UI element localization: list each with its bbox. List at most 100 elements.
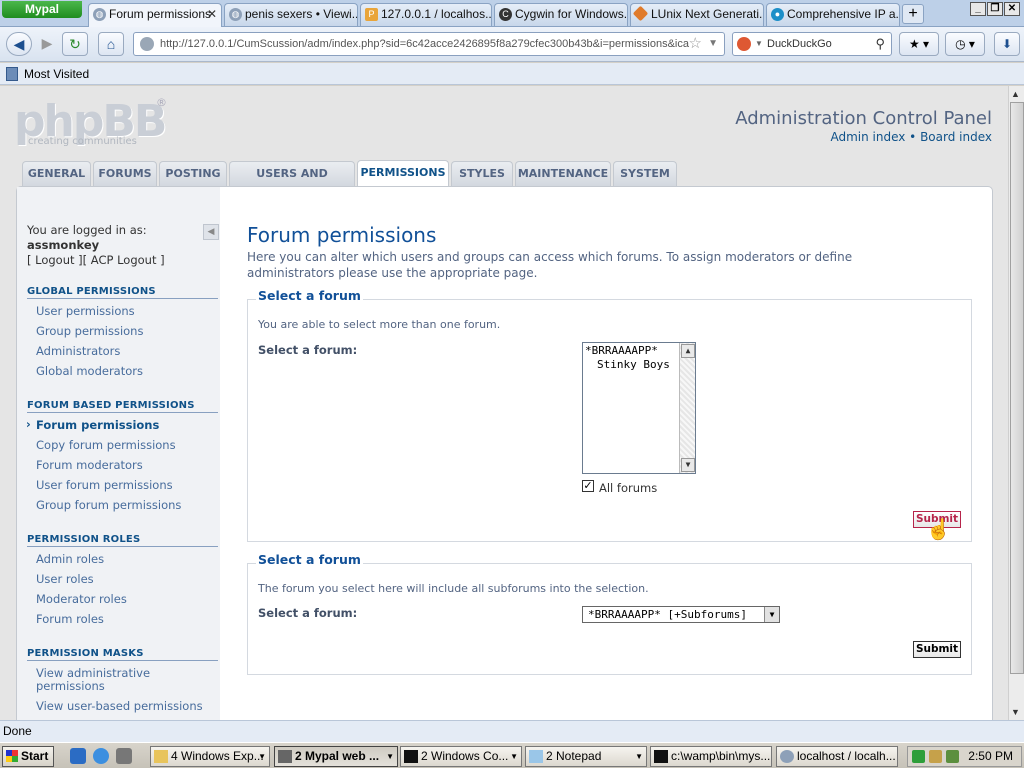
sidebar-item-user-forum-permissions[interactable]: User forum permissions <box>36 479 216 492</box>
task-localhost[interactable]: localhost / localh... <box>776 746 898 767</box>
sidebar-item-global-moderators[interactable]: Global moderators <box>36 365 216 378</box>
app-menu-button[interactable]: Mypal <box>2 1 82 18</box>
sidebar-item-group-forum-permissions[interactable]: Group forum permissions <box>36 499 216 512</box>
collapse-sidebar-button[interactable]: ◀ <box>203 224 219 240</box>
sidebar-item-copy-forum-permissions[interactable]: Copy forum permissions <box>36 439 216 452</box>
chevron-down-icon: ▼ <box>510 752 518 761</box>
page-title: Forum permissions <box>247 223 437 247</box>
main-content: Forum permissions Here you can alter whi… <box>247 187 987 720</box>
tab-forums[interactable]: FORUMS <box>93 161 157 186</box>
history-button[interactable]: ◷ ▾ <box>945 32 985 56</box>
forum-option[interactable]: *BRRAAAAPP* <box>585 344 658 357</box>
task-notepad[interactable]: 2 Notepad ▼ <box>525 746 647 767</box>
tab-maintenance[interactable]: MAINTENANCE <box>515 161 611 186</box>
sidebar-item-forum-permissions[interactable]: Forum permissions <box>26 418 216 432</box>
task-windows-explorer[interactable]: 4 Windows Exp... ▼ <box>150 746 270 767</box>
sidebar-item-view-user-based-permissions[interactable]: View user-based permissions <box>36 700 216 713</box>
chevron-down-icon[interactable]: ▼ <box>764 607 779 622</box>
engine-dropdown-icon[interactable]: ▼ <box>755 33 763 55</box>
restore-icon[interactable]: ❐ <box>987 2 1003 16</box>
bookmark-most-visited[interactable]: Most Visited <box>24 67 89 81</box>
all-forums-label: All forums <box>599 481 658 495</box>
board-index-link[interactable]: Board index <box>920 130 992 144</box>
forum-multiselect[interactable]: *BRRAAAAPP* Stinky Boys ▲ ▼ <box>582 342 696 474</box>
tool-tray-icon[interactable] <box>929 750 942 763</box>
browser-tab[interactable]: ◍ penis sexers • Viewi... <box>224 3 358 26</box>
tab-title: Cygwin for Windows... <box>515 7 628 21</box>
tab-posting[interactable]: POSTING <box>159 161 227 186</box>
forward-button[interactable]: ▶ <box>34 32 60 56</box>
globe-icon: ◍ <box>229 8 242 21</box>
search-input[interactable]: ▼ DuckDuckGo ⚲ <box>732 32 892 56</box>
bookmark-folder-icon <box>6 67 18 81</box>
sidebar-item-moderator-roles[interactable]: Moderator roles <box>36 593 216 606</box>
all-forums-checkbox[interactable]: ✓ <box>582 480 594 492</box>
task-mypal-web[interactable]: 2 Mypal web ... ▼ <box>274 746 398 767</box>
scroll-up-icon[interactable]: ▲ <box>1011 89 1020 99</box>
home-button[interactable]: ⌂ <box>98 32 124 56</box>
sidebar-item-forum-moderators[interactable]: Forum moderators <box>36 459 216 472</box>
page-viewport: phpBB ® creating communities Administrat… <box>0 86 1008 720</box>
bookmarks-button[interactable]: ★ ▾ <box>899 32 939 56</box>
forum-select-dropdown[interactable]: *BRRAAAAPP* [+Subforums] ▼ <box>582 606 780 623</box>
bookmark-star-icon[interactable]: ☆ <box>689 33 702 55</box>
browser-tab[interactable]: P 127.0.0.1 / localhos... <box>360 3 492 26</box>
sidebar-heading-forum-based-permissions: FORUM BASED PERMISSIONS <box>27 400 218 413</box>
scroll-down-icon[interactable]: ▼ <box>681 458 695 472</box>
browser-tab-forum-permissions[interactable]: ◍ Forum permissions ✕ <box>88 3 222 27</box>
sidebar-item-user-permissions[interactable]: User permissions <box>36 305 216 318</box>
duckduckgo-icon[interactable] <box>737 37 751 51</box>
tab-title: penis sexers • Viewi... <box>245 7 358 21</box>
back-button[interactable]: ◀ <box>6 32 32 56</box>
tab-title: Forum permissions <box>109 7 212 21</box>
minimize-icon[interactable]: _ <box>970 2 986 16</box>
sidebar-item-forum-roles[interactable]: Forum roles <box>36 613 216 626</box>
tab-general[interactable]: GENERAL <box>22 161 91 186</box>
close-tab-icon[interactable]: ✕ <box>207 4 217 25</box>
scrollbar-thumb[interactable] <box>1010 102 1024 674</box>
system-tray: 2:50 PM <box>907 746 1022 767</box>
logout-links[interactable]: [ Logout ][ ACP Logout ] <box>27 253 165 267</box>
search-icon[interactable]: ⚲ <box>875 33 885 55</box>
link-separator: • <box>909 130 917 144</box>
internet-explorer-icon[interactable] <box>93 748 109 764</box>
submit-button[interactable]: Submit <box>913 641 961 658</box>
sidebar-item-administrators[interactable]: Administrators <box>36 345 216 358</box>
sidebar-item-group-permissions[interactable]: Group permissions <box>36 325 216 338</box>
scroll-up-icon[interactable]: ▲ <box>681 344 695 358</box>
browser-tab[interactable]: C Cygwin for Windows... <box>494 3 628 26</box>
tab-styles[interactable]: STYLES <box>451 161 513 186</box>
admin-index-link[interactable]: Admin index <box>830 130 905 144</box>
url-bar[interactable]: http://127.0.0.1/CumScussion/adm/index.p… <box>133 32 725 56</box>
sidebar-item-view-administrative-permissions[interactable]: View administrative permissions <box>36 667 186 693</box>
sidebar: You are logged in as: assmonkey [ Logout… <box>17 187 220 720</box>
sidebar-item-user-roles[interactable]: User roles <box>36 573 216 586</box>
tab-system[interactable]: SYSTEM <box>613 161 677 186</box>
browser-tab[interactable]: ● Comprehensive IP a... <box>766 3 900 26</box>
reload-button[interactable]: ↻ <box>62 32 88 56</box>
start-button[interactable]: Start <box>2 746 54 767</box>
close-window-icon[interactable]: ✕ <box>1004 2 1020 16</box>
acp-header-title: Administration Control Panel <box>735 108 992 129</box>
scroll-down-icon[interactable]: ▼ <box>1011 707 1020 717</box>
show-desktop-icon[interactable] <box>70 748 86 764</box>
multiselect-scrollbar[interactable]: ▲ ▼ <box>679 343 695 473</box>
tab-users-and-groups[interactable]: USERS AND GROUPS <box>229 161 355 204</box>
sidebar-item-admin-roles[interactable]: Admin roles <box>36 553 216 566</box>
tab-permissions[interactable]: PERMISSIONS <box>357 160 449 186</box>
url-dropdown-icon[interactable]: ▼ <box>708 33 718 55</box>
select-forum-label: Select a forum: <box>258 606 358 620</box>
site-identity-icon[interactable] <box>140 37 154 51</box>
browser-tab[interactable]: LUnix Next Generati... <box>630 3 764 26</box>
network-tray-icon[interactable] <box>946 750 959 763</box>
page-scrollbar[interactable]: ▲ ▼ <box>1008 86 1024 720</box>
clock[interactable]: 2:50 PM <box>968 747 1013 766</box>
downloads-button[interactable]: ⬇ <box>994 32 1020 56</box>
utorrent-tray-icon[interactable] <box>912 750 925 763</box>
new-tab-button[interactable]: + <box>902 4 924 24</box>
mypal-quicklaunch-icon[interactable] <box>116 748 132 764</box>
browser-tab-bar: Mypal ◍ Forum permissions ✕ ◍ penis sexe… <box>0 0 1024 27</box>
task-mysql-console[interactable]: c:\wamp\bin\mys... <box>650 746 772 767</box>
task-windows-console[interactable]: 2 Windows Co... ▼ <box>400 746 522 767</box>
forum-option[interactable]: Stinky Boys <box>597 358 670 371</box>
